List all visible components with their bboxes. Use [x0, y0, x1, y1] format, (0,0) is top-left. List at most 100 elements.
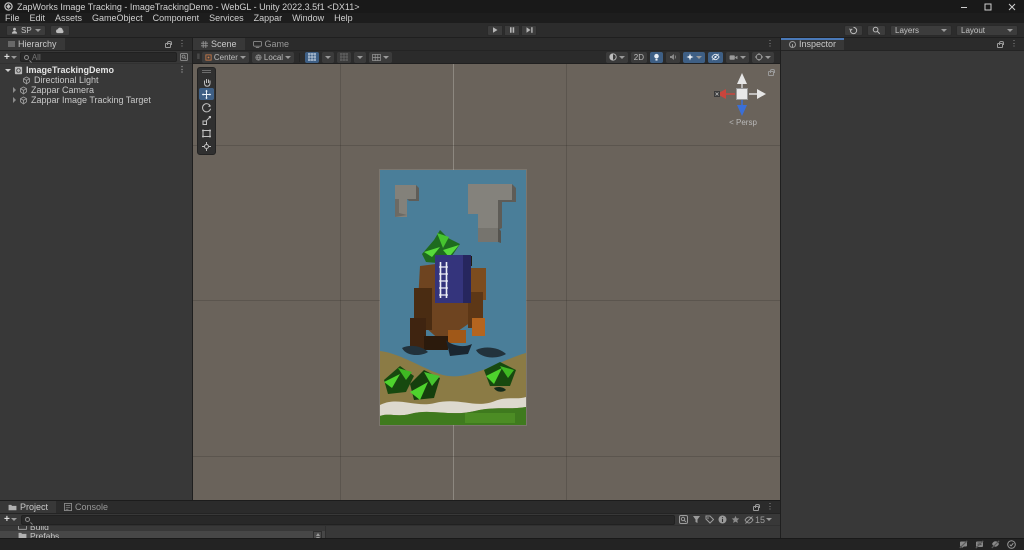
open-search-window-icon[interactable]	[679, 515, 688, 524]
search-by-label-icon[interactable]	[705, 515, 714, 524]
hand-tool-button[interactable]	[199, 75, 214, 87]
collapse-icon[interactable]	[5, 69, 11, 72]
lock-icon[interactable]	[997, 43, 1003, 48]
create-object-button[interactable]: +	[4, 52, 17, 63]
folder-scrollbar[interactable]	[313, 531, 322, 538]
lock-icon[interactable]	[753, 506, 759, 511]
scene-name: ImageTrackingDemo	[26, 65, 114, 75]
panel-menu-icon[interactable]: ⋮	[176, 40, 188, 48]
hierarchy-item-zappar-image-tracking-target[interactable]: Zappar Image Tracking Target	[0, 95, 192, 105]
tab-console[interactable]: Console	[56, 501, 116, 513]
panel-menu-icon[interactable]: ⋮	[1008, 40, 1020, 48]
project-splitter[interactable]	[325, 526, 326, 538]
scale-tool-button[interactable]	[199, 114, 214, 126]
camera-view-dropdown[interactable]	[726, 52, 749, 63]
tool-handle-rotation-dropdown[interactable]: Local	[252, 52, 294, 63]
tab-hierarchy[interactable]: Hierarchy	[0, 38, 65, 50]
console-errors-muted-icon[interactable]	[959, 540, 968, 549]
gizmos-dropdown[interactable]	[752, 52, 774, 63]
scene-row[interactable]: ImageTrackingDemo ⋮	[0, 65, 192, 75]
account-button[interactable]: SP	[6, 25, 46, 36]
activity-ok-icon[interactable]	[1007, 540, 1016, 549]
project-search[interactable]	[21, 515, 675, 525]
scene-menu-icon[interactable]: ⋮	[176, 66, 188, 74]
expand-icon[interactable]	[13, 97, 16, 103]
favorites-icon[interactable]	[731, 515, 740, 524]
menu-window[interactable]: Window	[287, 13, 329, 23]
scene-lighting-toggle[interactable]	[650, 52, 663, 63]
projection-label[interactable]: < Persp	[714, 118, 772, 127]
effects-dropdown[interactable]	[683, 52, 705, 63]
chevron-down-icon	[740, 56, 746, 59]
snap-increment-toggle[interactable]	[337, 52, 351, 63]
menu-gameobject[interactable]: GameObject	[87, 13, 148, 23]
rotate-tool-button[interactable]	[199, 101, 214, 113]
create-asset-button[interactable]: +	[4, 514, 17, 525]
console-info-muted-icon[interactable]	[991, 540, 1000, 549]
menu-assets[interactable]: Assets	[50, 13, 87, 23]
panel-menu-icon[interactable]: ⋮	[764, 503, 776, 511]
hierarchy-search[interactable]	[20, 52, 177, 62]
folder-icon	[18, 526, 27, 530]
grid-snapping-dropdown[interactable]	[322, 52, 334, 63]
hierarchy-item-directional-light[interactable]: Directional Light	[0, 75, 192, 85]
gizmo-lock-icon[interactable]	[768, 71, 774, 76]
menu-file[interactable]: File	[0, 13, 25, 23]
grid-snapping-toggle[interactable]	[305, 52, 319, 63]
lock-icon[interactable]	[165, 43, 171, 48]
step-button[interactable]	[521, 25, 537, 36]
overlay-grip[interactable]	[199, 69, 214, 74]
move-tool-button[interactable]	[199, 88, 214, 100]
rect-tool-button[interactable]	[199, 127, 214, 139]
pause-button[interactable]	[504, 25, 520, 36]
menu-edit[interactable]: Edit	[25, 13, 51, 23]
maximize-button[interactable]	[976, 0, 1000, 13]
info-icon[interactable]	[718, 515, 727, 524]
hierarchy-search-input[interactable]	[32, 53, 173, 62]
transform-tool-button[interactable]	[199, 140, 214, 152]
expand-icon[interactable]	[13, 87, 16, 93]
layout-dropdown[interactable]: Layout	[956, 25, 1018, 36]
tab-scene[interactable]: Scene	[193, 38, 245, 50]
undo-history-button[interactable]	[844, 25, 863, 36]
scene-orientation-gizmo[interactable]: < Persp	[714, 68, 772, 127]
hidden-packages-toggle[interactable]: 15	[744, 515, 772, 525]
mode-2d-toggle[interactable]: 2D	[631, 52, 647, 63]
panel-menu-icon[interactable]: ⋮	[764, 40, 776, 48]
search-by-type-icon[interactable]	[692, 515, 701, 524]
space-icon	[255, 54, 262, 61]
snap-increment-dropdown[interactable]	[354, 52, 366, 63]
hierarchy-item-zappar-camera[interactable]: Zappar Camera	[0, 85, 192, 95]
play-button[interactable]	[487, 25, 503, 36]
open-search-window-icon[interactable]	[180, 53, 188, 61]
tool-handle-position-dropdown[interactable]: Center	[202, 52, 249, 63]
audio-toggle[interactable]	[666, 52, 680, 63]
scroll-down-icon[interactable]	[316, 537, 320, 538]
minimize-button[interactable]	[952, 0, 976, 13]
console-warnings-muted-icon[interactable]	[975, 540, 984, 549]
layers-dropdown[interactable]: Layers	[890, 25, 952, 36]
tab-game[interactable]: Game	[245, 38, 298, 50]
folder-row-prefabs[interactable]: Prefabs	[0, 531, 325, 538]
close-button[interactable]	[1000, 0, 1024, 13]
image-target-preview[interactable]	[380, 170, 526, 425]
chevron-down-icon	[325, 56, 331, 59]
menu-component[interactable]: Component	[148, 13, 205, 23]
menu-help[interactable]: Help	[329, 13, 358, 23]
tab-project[interactable]: Project	[0, 501, 56, 513]
search-everything-button[interactable]	[867, 25, 886, 36]
project-search-input[interactable]	[33, 515, 671, 524]
grid-visual-dropdown[interactable]	[369, 52, 392, 63]
toolbar-grip[interactable]: ‖	[197, 54, 199, 61]
draw-mode-dropdown[interactable]	[606, 52, 628, 63]
scene-viewport[interactable]: < Persp	[193, 64, 780, 500]
cloud-button[interactable]	[50, 25, 70, 36]
grid-line	[566, 64, 567, 500]
scroll-up-icon[interactable]	[316, 533, 320, 536]
menu-services[interactable]: Services	[204, 13, 249, 23]
menu-zappar[interactable]: Zappar	[249, 13, 288, 23]
person-icon	[11, 27, 18, 34]
tab-inspector[interactable]: Inspector	[781, 38, 844, 50]
scene-visibility-toggle[interactable]	[708, 52, 723, 63]
chevron-down-icon	[383, 56, 389, 59]
